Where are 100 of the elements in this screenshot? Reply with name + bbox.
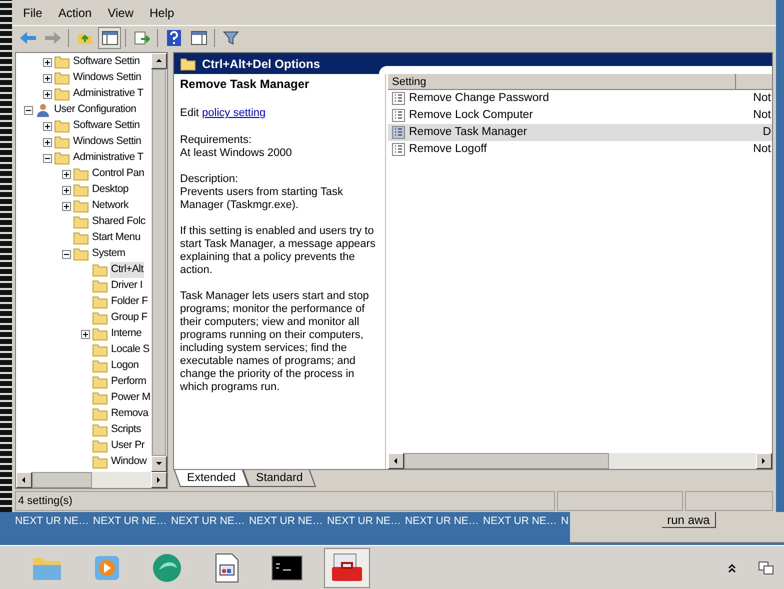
folder-icon <box>92 311 108 325</box>
scrollbar-thumb[interactable] <box>32 472 92 488</box>
setting-name: Remove Change Password <box>409 90 550 106</box>
tree-item[interactable]: Software Settin <box>72 54 141 70</box>
folder-icon <box>54 119 70 133</box>
expand-icon[interactable] <box>81 330 90 338</box>
tree-item[interactable]: Power M <box>110 390 151 406</box>
tree-item[interactable]: Network <box>91 198 130 214</box>
pane-title: Ctrl+Alt+Del Options <box>202 56 320 72</box>
tree-item[interactable]: Windows Settin <box>72 134 142 150</box>
expand-icon[interactable] <box>62 186 71 194</box>
menu-item[interactable]: Action <box>58 4 92 22</box>
folder-icon <box>92 375 108 389</box>
folder-icon <box>180 56 196 70</box>
expand-icon[interactable] <box>62 202 71 210</box>
toolbox-icon[interactable] <box>324 548 370 588</box>
expand-icon[interactable] <box>43 58 52 66</box>
desktop-icon-label[interactable]: NEXT UR NE… <box>93 514 171 545</box>
menu-item[interactable]: Help <box>150 4 174 22</box>
scroll-arrow-button[interactable] <box>756 453 772 469</box>
expand-icon[interactable] <box>43 122 52 130</box>
tree-panel-icon[interactable] <box>98 26 121 48</box>
folder-icon <box>92 455 108 469</box>
desktop-icon-label[interactable]: NEXT UR NE… <box>483 514 561 545</box>
folder-icon <box>54 71 70 85</box>
scroll-arrow-button[interactable] <box>151 456 167 472</box>
expand-icon[interactable] <box>43 90 52 98</box>
collapse-icon[interactable] <box>62 250 71 258</box>
expand-icon[interactable] <box>43 138 52 146</box>
tree-item[interactable]: User Configuration <box>53 102 138 118</box>
tree-item[interactable]: System <box>91 246 126 262</box>
tree-item[interactable]: Interne <box>110 326 143 342</box>
column-header[interactable]: Setting <box>388 74 772 90</box>
tree-item[interactable]: Software Settin <box>72 118 141 134</box>
desktop-icon-label[interactable]: NEXT UR NE… <box>405 514 483 545</box>
desktop-icon-label[interactable]: N <box>561 514 569 545</box>
tree-item[interactable]: Group F <box>110 310 148 326</box>
folder-icon <box>73 231 89 245</box>
collapse-icon[interactable] <box>24 106 33 114</box>
tree-item[interactable]: Windows Settin <box>72 70 142 86</box>
setting-icon <box>392 143 405 156</box>
tree-item[interactable]: Window <box>110 454 148 470</box>
tree-item[interactable]: User Pr <box>110 438 146 454</box>
folder-icon <box>73 167 89 181</box>
menu-item[interactable]: View <box>108 4 134 22</box>
tree-item[interactable]: Ctrl+Alt <box>110 262 144 278</box>
network-icon[interactable] <box>758 560 774 576</box>
folder-icon <box>92 295 108 309</box>
tree-item[interactable]: Desktop <box>91 182 130 198</box>
expand-icon[interactable] <box>62 170 71 178</box>
desktop-icon-label[interactable]: NEXT UR NE… <box>249 514 327 545</box>
folder-icon <box>54 135 70 149</box>
vertical-scrollbar[interactable] <box>151 53 167 472</box>
horizontal-scrollbar[interactable] <box>16 472 167 488</box>
desktop-icon-label[interactable]: NEXT UR NE… <box>327 514 405 545</box>
expand-icon[interactable] <box>43 74 52 82</box>
tree-item[interactable]: Locale S <box>110 342 150 358</box>
user-icon <box>35 102 51 118</box>
tree-item[interactable]: Remova <box>110 406 150 422</box>
scroll-arrow-button[interactable] <box>151 472 167 488</box>
table-row[interactable]: Remove Lock Computer Not <box>388 107 772 124</box>
tree-item[interactable]: Folder F <box>110 294 149 310</box>
tree-item[interactable]: Administrative T <box>72 150 144 166</box>
folder-icon <box>92 439 108 453</box>
tree-item[interactable]: Control Pan <box>91 166 146 182</box>
folder-icon <box>92 391 108 405</box>
collapse-icon[interactable] <box>43 154 52 162</box>
run-button[interactable]: run awa <box>662 512 716 528</box>
table-row[interactable]: Remove Change Password Not <box>388 90 772 107</box>
scroll-arrow-button[interactable] <box>151 53 167 69</box>
horizontal-scrollbar[interactable] <box>388 453 772 469</box>
chevron-up-icon[interactable] <box>728 562 736 572</box>
tree-item[interactable]: Start Menu <box>91 230 142 246</box>
scroll-arrow-button[interactable] <box>16 472 32 488</box>
setting-name: Remove Task Manager <box>409 124 528 140</box>
folder-icon <box>54 55 70 69</box>
policy-setting-link[interactable]: policy setting <box>202 107 266 119</box>
table-row[interactable]: Remove Logoff Not <box>388 141 772 158</box>
folder-icon <box>92 343 108 357</box>
tree-item[interactable]: Driver I <box>110 278 144 294</box>
view-tab[interactable]: Extended <box>174 470 249 487</box>
tree-item[interactable]: Shared Folc <box>91 214 146 230</box>
tree-item[interactable]: Perform <box>110 374 148 390</box>
table-row[interactable]: Remove Task Manager D <box>388 124 772 141</box>
setting-icon <box>392 126 405 139</box>
scroll-arrow-button[interactable] <box>388 453 404 469</box>
status-text: 4 setting(s) <box>15 491 555 511</box>
tree-item[interactable]: Scripts <box>110 422 142 438</box>
scrollbar-thumb[interactable] <box>152 69 166 456</box>
view-tab[interactable]: Standard <box>242 470 316 487</box>
folder-icon <box>92 359 108 373</box>
desktop-icon-label[interactable]: NEXT UR NE… <box>171 514 249 545</box>
tree-item[interactable]: Logon <box>110 358 140 374</box>
menu-item[interactable]: File <box>23 4 42 22</box>
tree-item[interactable]: Administrative T <box>72 86 144 102</box>
setting-title: Remove Task Manager <box>180 78 310 91</box>
folder-icon <box>73 183 89 197</box>
scrollbar-thumb[interactable] <box>404 453 609 469</box>
desktop-icon-label[interactable]: NEXT UR NE… <box>15 514 93 545</box>
state-cell-text: Not <box>753 108 772 123</box>
